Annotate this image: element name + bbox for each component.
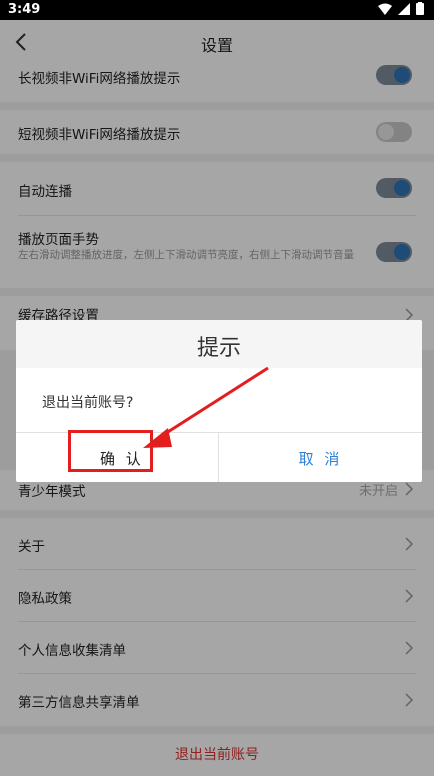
status-time: 3:49 <box>8 2 41 17</box>
dialog-title: 提示 <box>196 336 241 361</box>
status-bar: 3:49 <box>0 0 434 20</box>
wifi-icon <box>378 3 392 15</box>
signal-icon <box>398 2 410 15</box>
dialog-header: 提示 <box>16 320 422 368</box>
dialog-message: 退出当前账号? <box>42 395 134 411</box>
cancel-label: 取 消 <box>298 450 343 468</box>
battery-icon <box>416 2 424 15</box>
annotation-highlight-box <box>68 430 153 472</box>
cancel-button[interactable]: 取 消 <box>219 433 422 482</box>
status-icons <box>378 2 424 15</box>
